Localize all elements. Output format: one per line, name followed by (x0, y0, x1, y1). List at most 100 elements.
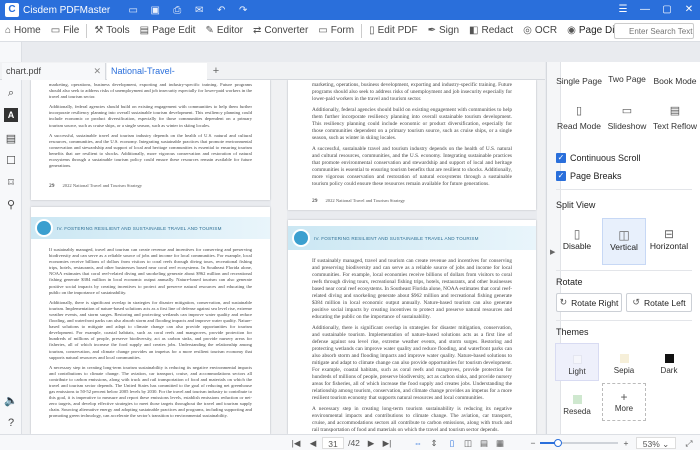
tools-button[interactable]: ⚒ Tools (89, 20, 134, 42)
last-page-icon[interactable]: ▶| (381, 437, 393, 449)
split-horizontal-option[interactable]: ⊟ Horizontal (647, 218, 691, 265)
single-page-option[interactable]: Single Page (555, 76, 603, 86)
print-icon[interactable]: ⎙ (166, 5, 188, 16)
home-button[interactable]: ⌂ Home (0, 20, 46, 42)
single-page-view-icon[interactable]: ▯ (446, 437, 458, 449)
open-folder-icon[interactable]: ▭ (122, 5, 144, 16)
document-view[interactable]: marketing, operations, business developm… (22, 80, 545, 434)
prev-page-icon[interactable]: ◀ (308, 437, 318, 449)
add-tab-button[interactable]: + (209, 63, 223, 80)
speaker-icon[interactable]: 🔈 (4, 394, 18, 408)
redo-icon[interactable]: ↷ (232, 5, 254, 16)
book-mode-option[interactable]: Book Mode (651, 76, 699, 86)
vertical-scrollbar[interactable] (537, 80, 545, 434)
maximize-icon[interactable]: ▢ (656, 0, 678, 20)
split-horizontal-icon: ⊟ (663, 227, 675, 241)
redact-button[interactable]: ◧ Redact (464, 20, 518, 42)
sign-button[interactable]: ✒ Sign (423, 20, 464, 42)
paragraph: marketing, operations, business developm… (49, 82, 252, 100)
edit-pdf-button[interactable]: ▯ Edit PDF (364, 20, 423, 42)
thumbnails-icon[interactable]: ▤ (4, 132, 18, 146)
slideshow-label: Slideshow (607, 121, 647, 131)
footer-text: 2022 National Travel and Tourism Strateg… (62, 183, 143, 188)
zoom-slider-handle[interactable] (554, 439, 562, 447)
two-page-label: Two Page (608, 74, 646, 84)
scroll-view-icon[interactable]: ▤ (478, 437, 490, 449)
editor-button[interactable]: ✎ Editor (200, 20, 248, 42)
attachment-icon[interactable]: ⚲ (4, 198, 18, 212)
ocr-icon: ◎ (523, 25, 532, 36)
text-reflow-option[interactable]: ▤ Text Reflow (651, 104, 699, 131)
split-disable-option[interactable]: ▯ Disable (555, 218, 599, 265)
split-divider[interactable] (271, 80, 287, 434)
save-icon[interactable]: ▣ (144, 5, 166, 16)
form-label: Form (330, 25, 355, 36)
fit-page-icon[interactable]: ⇕ (428, 437, 440, 449)
window-menu-icon[interactable]: ☰ (612, 0, 634, 20)
fit-width-icon[interactable]: ⇔ (412, 437, 424, 449)
page-left-top-text: marketing, operations, business developm… (31, 80, 270, 169)
paragraph: A successful, sustainable travel and tou… (312, 146, 512, 187)
form-button[interactable]: ▭ Form (313, 20, 359, 42)
chapter-title: IV. FOSTERING RESILIENT AND SUSTAINABLE … (57, 225, 222, 231)
text-tool-icon[interactable]: A (4, 108, 18, 122)
first-page-icon[interactable]: |◀ (290, 437, 302, 449)
file-icon: ▭ (50, 25, 61, 36)
tab-close-icon[interactable]: ✕ (93, 63, 101, 80)
fullscreen-icon[interactable]: ⤢ (684, 437, 694, 449)
converter-button[interactable]: ⇄ Converter (248, 20, 313, 42)
slideshow-option[interactable]: ▭ Slideshow (603, 104, 651, 131)
slideshow-icon: ▭ (621, 105, 633, 117)
bookmark-icon[interactable]: ⌑ (4, 176, 18, 190)
continuous-scroll-checkbox[interactable]: ✓ Continuous Scroll (556, 153, 641, 163)
grid-view-icon[interactable]: ▦ (494, 437, 506, 449)
theme-more-button[interactable]: + More (602, 383, 646, 421)
theme-reseda-option[interactable]: Reseda (555, 384, 599, 422)
theme-sepia-option[interactable]: Sepia (602, 343, 646, 381)
ocr-button[interactable]: ◎ OCR (518, 20, 562, 42)
zoom-value: 53% (642, 439, 660, 449)
checkmark-icon: ✓ (556, 171, 566, 181)
two-page-view-icon[interactable]: ◫ (462, 437, 474, 449)
theme-light-option[interactable]: Light (555, 343, 599, 381)
zoom-out-icon[interactable]: − (528, 437, 538, 449)
home-label: Home (14, 25, 41, 36)
page-breaks-checkbox[interactable]: ✓ Page Breaks (556, 171, 622, 181)
tab-chart[interactable]: chart.pdf ✕ (2, 63, 106, 80)
page-number: 29 (312, 198, 318, 204)
rotate-right-button[interactable]: ↻ Rotate Right (556, 293, 622, 312)
divider (556, 320, 692, 321)
split-vertical-option[interactable]: ◫ Vertical (602, 218, 646, 265)
help-icon[interactable]: ? (4, 416, 18, 430)
checkmark-icon: ✓ (556, 153, 566, 163)
paragraph: A successful, sustainable travel and tou… (49, 132, 252, 169)
mail-icon[interactable]: ✉ (188, 5, 210, 16)
read-mode-option[interactable]: ▯ Read Mode (555, 104, 603, 131)
search-tool-icon[interactable]: ⌕ (4, 86, 18, 100)
next-page-icon[interactable]: ▶ (366, 437, 376, 449)
rotate-right-label: Rotate Right (571, 297, 619, 308)
paragraph: Additionally, federal agencies should bu… (49, 104, 252, 128)
zoom-in-icon[interactable]: + (621, 437, 631, 449)
eye-icon: ◉ (567, 25, 576, 36)
rotate-left-button[interactable]: ↺ Rotate Left (626, 293, 692, 312)
editor-icon: ✎ (205, 25, 214, 36)
edit-pdf-label: Edit PDF (377, 25, 418, 36)
page-number-input[interactable]: 31 (322, 437, 344, 449)
page-edit-button[interactable]: ▤ Page Edit (135, 20, 201, 42)
minimize-icon[interactable]: — (634, 0, 656, 20)
single-page-label: Single Page (556, 76, 602, 86)
zoom-slider[interactable] (540, 439, 618, 447)
comments-icon[interactable]: ☐ (4, 154, 18, 168)
theme-dark-option[interactable]: Dark (647, 343, 691, 381)
file-button[interactable]: ▭ File (46, 20, 85, 42)
tab-national-travel[interactable]: National-Travel-Tourism-... (107, 63, 207, 93)
search-input[interactable] (614, 23, 694, 39)
close-icon[interactable]: ✕ (678, 0, 700, 20)
zoom-select[interactable]: 53% ⌄ (636, 437, 676, 449)
edit-pdf-icon: ▯ (369, 25, 375, 36)
theme-swatch (572, 395, 582, 404)
undo-icon[interactable]: ↶ (210, 5, 232, 16)
sign-icon: ✒ (427, 25, 436, 36)
two-page-option[interactable]: Two Page (603, 74, 651, 84)
